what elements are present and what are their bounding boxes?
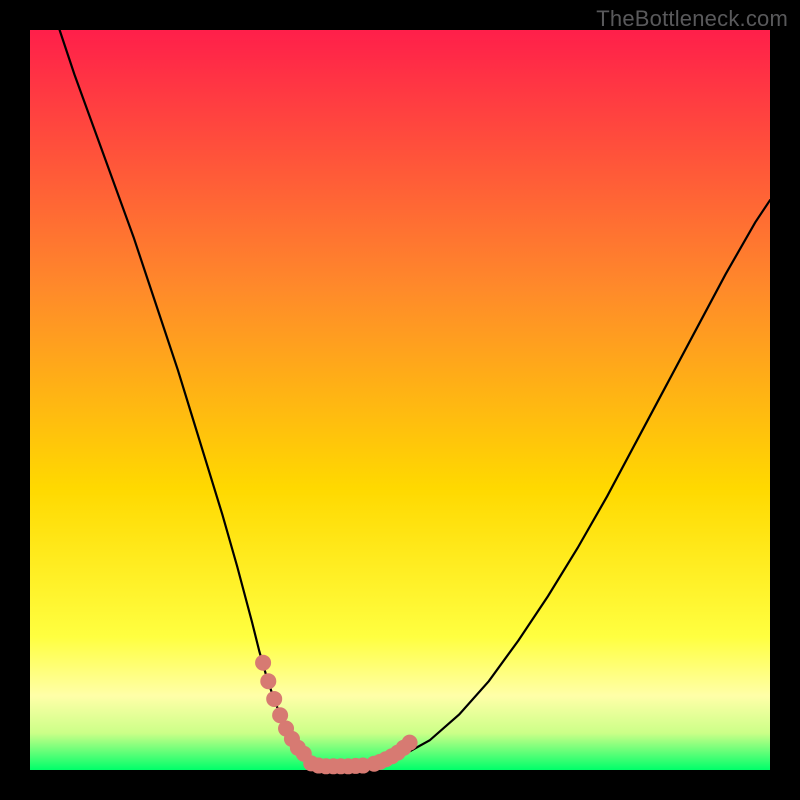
watermark-text: TheBottleneck.com xyxy=(596,6,788,32)
curve-marker xyxy=(260,673,276,689)
curve-marker xyxy=(402,735,418,751)
bottleneck-chart xyxy=(0,0,800,800)
curve-marker xyxy=(255,655,271,671)
chart-frame: TheBottleneck.com xyxy=(0,0,800,800)
curve-marker xyxy=(266,691,282,707)
